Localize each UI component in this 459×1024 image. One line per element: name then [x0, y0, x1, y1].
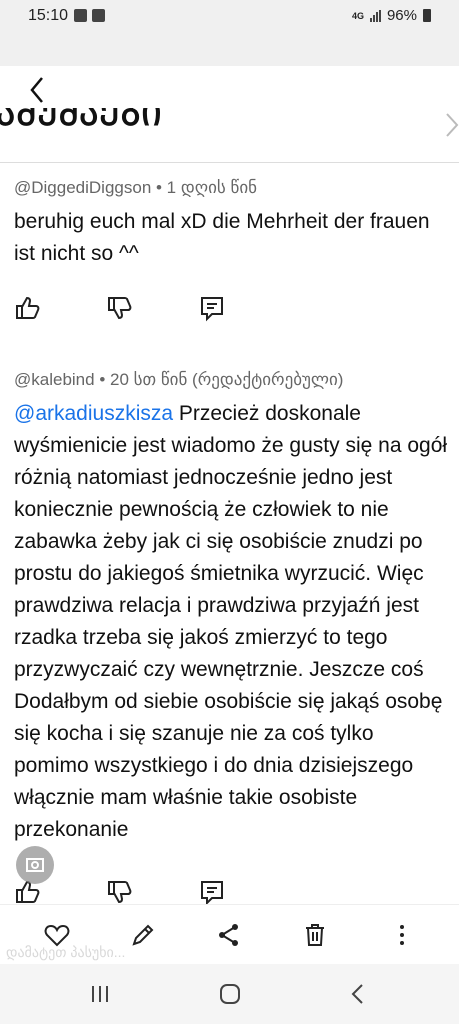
gallery-icon: [74, 9, 87, 22]
floating-image-button[interactable]: [16, 846, 54, 884]
mention-link[interactable]: @arkadiuszkisza: [14, 402, 173, 425]
recents-icon[interactable]: [88, 982, 112, 1006]
thumbs-down-icon[interactable]: [106, 294, 134, 322]
page-title-text: ᲐᲛᲣᲨᲐᲔᲑᲘ: [0, 108, 163, 132]
reply-placeholder: დამატეთ პასუხი...: [6, 944, 126, 960]
more-vertical-icon[interactable]: [388, 921, 416, 949]
image-icon: [26, 858, 44, 872]
reply-icon[interactable]: [198, 878, 226, 906]
notification-icons: [74, 9, 105, 22]
comment-meta: @kalebind • 20 სთ წინ (რედაქტირებული): [14, 370, 454, 390]
signal-icon: [369, 9, 381, 22]
comment-author[interactable]: @kalebind: [14, 370, 95, 389]
system-nav-bar: [0, 964, 459, 1024]
comment-actions: [14, 294, 226, 322]
comment-time: • 20 სთ წინ (რედაქტირებული): [94, 370, 344, 389]
comment-meta: @DiggediDiggson • 1 დღის წინ: [14, 178, 454, 198]
comment-time: • 1 დღის წინ: [151, 178, 258, 197]
status-bar: 15:10 4G 96%: [0, 0, 459, 34]
page-title: ᲐᲛᲣᲨᲐᲔᲑᲘ: [0, 108, 163, 142]
comment-text: @arkadiuszkisza Przecież doskonale wyśmi…: [14, 398, 454, 846]
thumbs-up-icon[interactable]: [14, 294, 42, 322]
network-label: 4G: [351, 10, 364, 21]
comment-item: @DiggediDiggson • 1 დღის წინ beruhig euc…: [14, 178, 454, 270]
comment-body: Przecież doskonale wyśmienicie jest wiad…: [14, 402, 448, 841]
thumbs-down-icon[interactable]: [106, 878, 134, 906]
trash-icon[interactable]: [301, 921, 329, 949]
chevron-right-icon: [445, 112, 459, 145]
header-band: [0, 34, 459, 66]
chevron-left-icon: [30, 77, 43, 103]
pencil-icon[interactable]: [129, 921, 157, 949]
comment-author[interactable]: @DiggediDiggson: [14, 178, 151, 197]
comment-text: beruhig euch mal xD die Mehrheit der fra…: [14, 210, 430, 265]
battery-label: 96%: [386, 7, 417, 24]
home-icon[interactable]: [218, 982, 242, 1006]
check-icon: [92, 9, 105, 22]
comment-actions: [14, 878, 226, 906]
share-icon[interactable]: [215, 921, 243, 949]
battery-icon: [423, 9, 431, 22]
status-time: 15:10: [28, 7, 69, 24]
back-icon[interactable]: [347, 982, 371, 1006]
reply-icon[interactable]: [198, 294, 226, 322]
comment-item: @kalebind • 20 სთ წინ (რედაქტირებული) @a…: [14, 370, 454, 846]
status-right: 4G 96%: [352, 7, 431, 24]
divider: [0, 162, 459, 163]
